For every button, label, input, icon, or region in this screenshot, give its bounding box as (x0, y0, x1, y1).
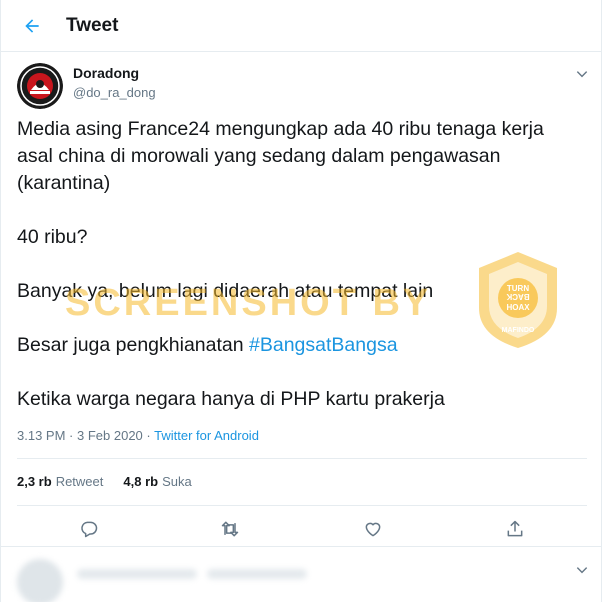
next-tweet-row[interactable] (1, 546, 601, 602)
retweets-label: Retweet (55, 474, 104, 489)
author-name[interactable]: Doradong (73, 65, 139, 81)
blurred-text (207, 569, 307, 579)
page-header: Tweet (1, 0, 601, 52)
reply-button[interactable] (73, 513, 105, 545)
likes-label: Suka (162, 474, 192, 489)
back-arrow-icon (25, 18, 39, 33)
like-icon (365, 522, 381, 537)
back-button[interactable] (15, 9, 49, 43)
share-icon (507, 520, 523, 537)
likes-stat[interactable]: 4,8 rb Suka (123, 474, 191, 489)
tweet-stats: 2,3 rb Retweet 4,8 rb Suka (17, 474, 192, 489)
retweet-button[interactable] (214, 513, 246, 545)
retweets-stat[interactable]: 2,3 rb Retweet (17, 474, 103, 489)
like-button[interactable] (357, 513, 389, 545)
meta-separator: · (146, 428, 151, 443)
tweet-text: Media asing France24 mengungkap ada 40 r… (17, 116, 587, 413)
next-tweet-menu-button[interactable] (571, 559, 593, 581)
retweet-icon (221, 521, 239, 537)
retweets-count: 2,3 rb (17, 474, 52, 489)
tweet-time[interactable]: 3.13 PM (17, 428, 65, 443)
tweet-line: Banyak ya, belum lagi didaerah atau temp… (17, 280, 434, 302)
author-handle[interactable]: @do_ra_dong (73, 85, 156, 100)
meta-separator: · (69, 428, 74, 443)
page-title: Tweet (66, 14, 119, 36)
divider (17, 505, 587, 506)
tweet-meta: 3.13 PM · 3 Feb 2020 · Twitter for Andro… (17, 428, 259, 443)
tweet-actions (1, 513, 601, 545)
likes-count: 4,8 rb (123, 474, 159, 489)
avatar[interactable] (17, 63, 63, 109)
avatar (17, 559, 63, 602)
tweet-author: Doradong @do_ra_dong (17, 63, 588, 109)
divider (17, 458, 587, 459)
chevron-down-icon (576, 567, 588, 574)
tweet-line: asal china di morowali yang sedang dalam… (17, 145, 501, 167)
reply-icon (81, 521, 98, 538)
tweet-line: 40 ribu? (17, 226, 88, 248)
tweet-menu-button[interactable] (571, 63, 593, 85)
tweet-line: Media asing France24 mengungkap ada 40 r… (17, 118, 544, 140)
chevron-down-icon (576, 71, 588, 78)
tweet-text-span: Besar juga pengkhianatan (17, 334, 250, 356)
tweet-line: Ketika warga negara hanya di PHP kartu p… (17, 388, 445, 410)
hashtag-link[interactable]: #BangsatBangsa (249, 334, 398, 356)
tweet-line: (karantina) (17, 172, 111, 194)
blurred-text (77, 569, 197, 579)
tweet-line: Besar juga pengkhianatan #BangsatBangsa (17, 332, 587, 359)
share-button[interactable] (499, 513, 531, 545)
tweet-date[interactable]: 3 Feb 2020 (77, 428, 143, 443)
tweet-source-link[interactable]: Twitter for Android (154, 428, 259, 443)
tweet-page: Tweet Doradong @do_ra_dong Media asing F… (0, 0, 602, 602)
